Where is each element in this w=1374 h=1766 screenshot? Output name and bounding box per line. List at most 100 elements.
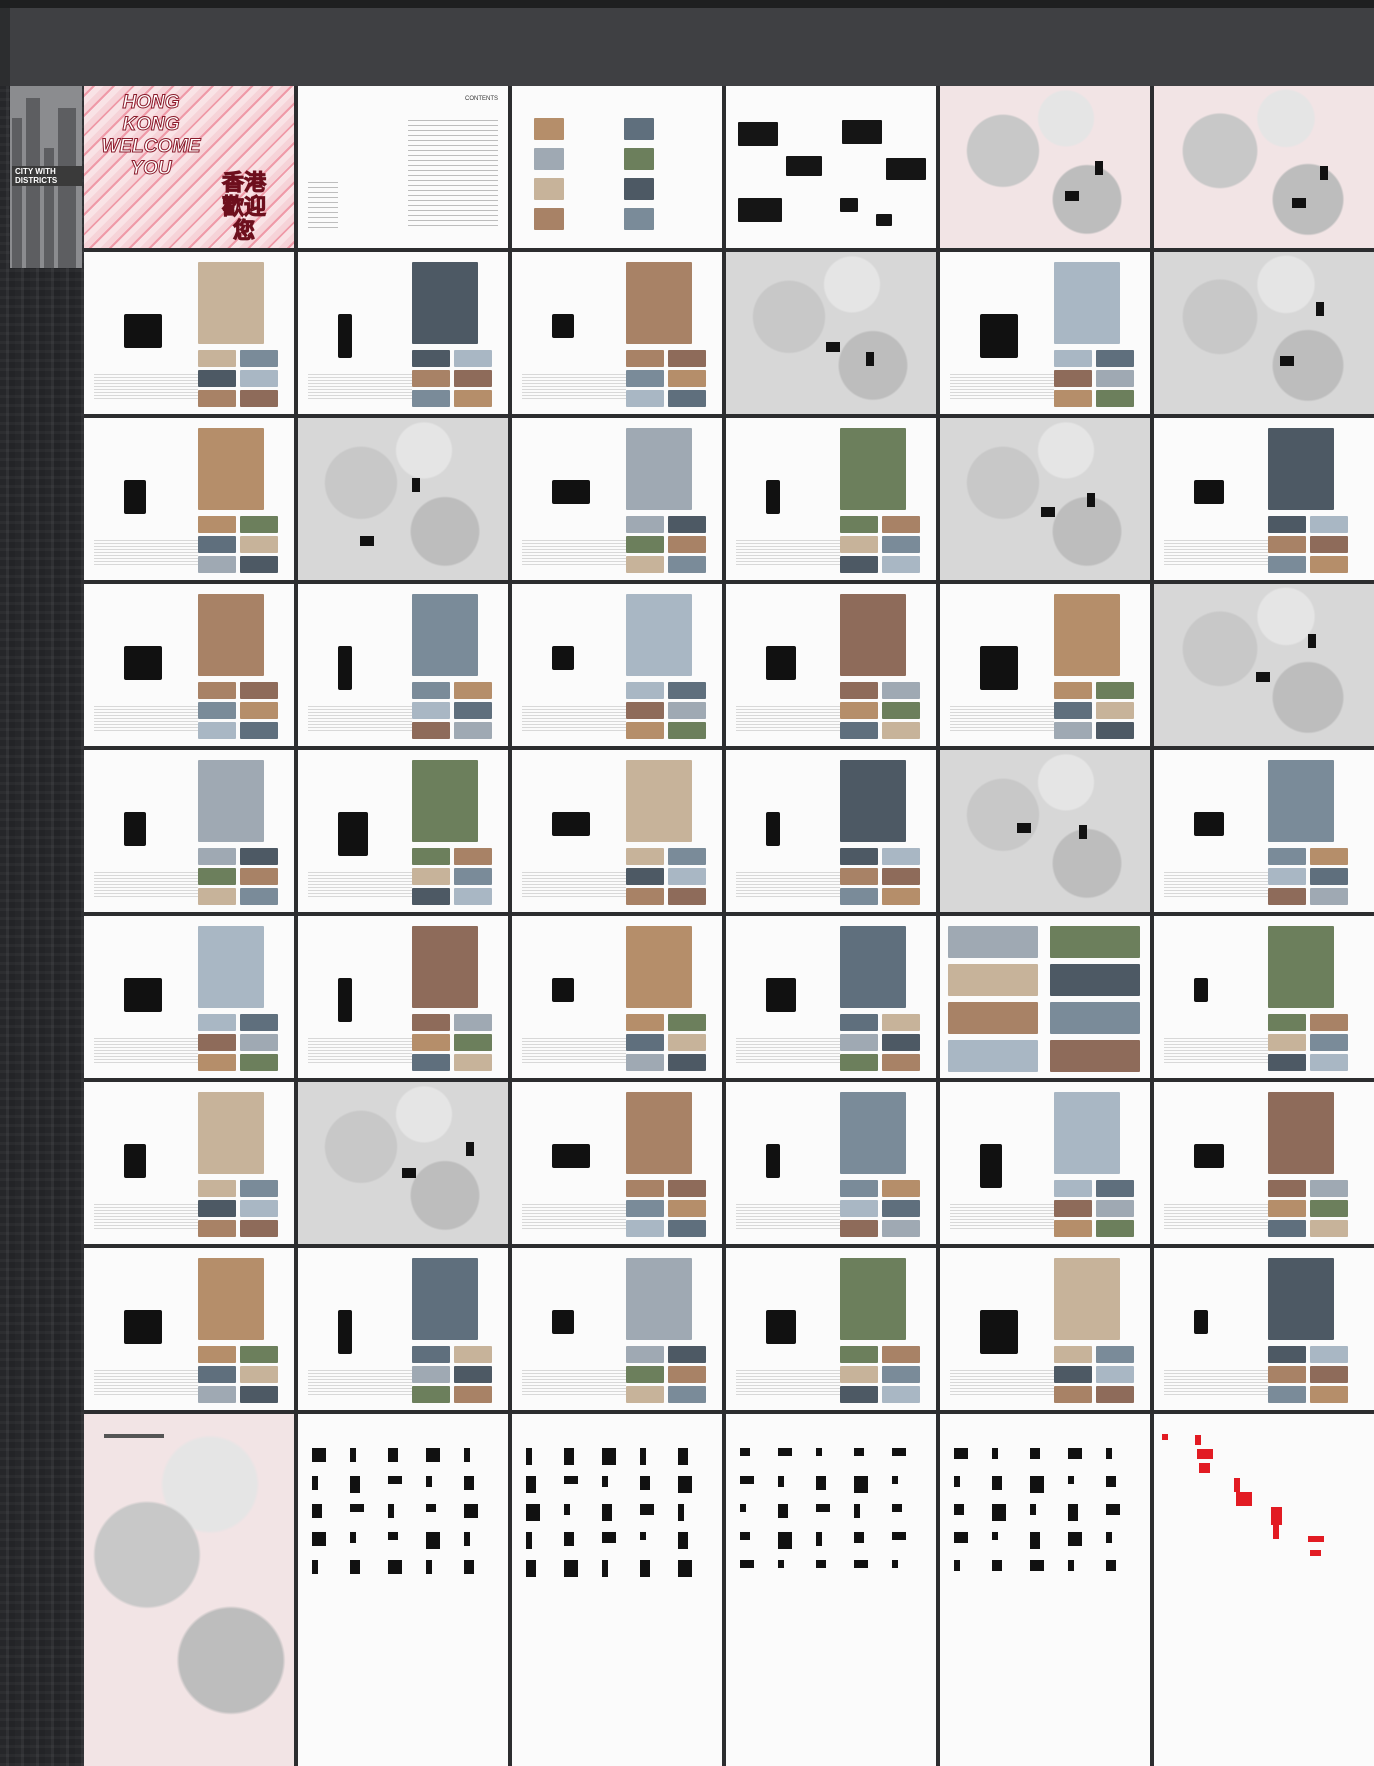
main-photo	[840, 428, 906, 510]
main-photo	[1268, 1092, 1334, 1174]
photo-thumbnail	[668, 1200, 706, 1217]
building-icon	[678, 1560, 692, 1577]
page-thumbnail[interactable]	[84, 1414, 294, 1766]
photo-thumbnail	[882, 1366, 920, 1383]
page-thumbnail[interactable]	[298, 916, 508, 1078]
page-thumbnail[interactable]	[1154, 86, 1374, 248]
top-bar	[0, 0, 1374, 8]
page-thumbnail[interactable]	[940, 584, 1150, 746]
red-building-marker	[1308, 1536, 1324, 1542]
cover-page[interactable]: HONG KONG WELCOME YOU 香港歡迎您	[84, 86, 294, 248]
photo-thumbnail	[240, 370, 278, 387]
page-thumbnail[interactable]	[512, 1414, 722, 1766]
page-thumbnail[interactable]	[726, 750, 936, 912]
page-thumbnail[interactable]	[940, 1248, 1150, 1410]
building-icon	[312, 1476, 318, 1490]
page-thumbnail[interactable]	[726, 1082, 936, 1244]
building-icon	[426, 1476, 432, 1487]
building-icon	[602, 1532, 616, 1543]
page-thumbnail[interactable]	[298, 1248, 508, 1410]
photo-thumbnail	[624, 208, 654, 230]
page-thumbnail[interactable]	[84, 750, 294, 912]
photo-thumbnail	[668, 1034, 706, 1051]
page-thumbnail[interactable]	[298, 1082, 508, 1244]
main-photo	[198, 926, 264, 1008]
page-thumbnail[interactable]	[940, 86, 1150, 248]
page-thumbnail[interactable]	[512, 86, 722, 248]
photo-thumbnail	[1054, 1200, 1092, 1217]
photo-thumbnail	[198, 516, 236, 533]
page-thumbnail[interactable]	[1154, 1248, 1374, 1410]
main-photo	[198, 760, 264, 842]
body-text	[1164, 1204, 1268, 1230]
page-thumbnail[interactable]	[298, 750, 508, 912]
page-thumbnail[interactable]	[298, 1414, 508, 1766]
photo-thumbnail	[1310, 536, 1348, 553]
page-thumbnail[interactable]	[726, 916, 936, 1078]
building-icon	[312, 1532, 326, 1546]
page-thumbnail[interactable]	[84, 1248, 294, 1410]
building-icon	[564, 1560, 578, 1577]
page-thumbnail[interactable]	[940, 916, 1150, 1078]
building-model	[1194, 978, 1208, 1002]
page-thumbnail[interactable]	[298, 418, 508, 580]
photo-thumbnail	[840, 1366, 878, 1383]
page-thumbnail[interactable]	[1154, 252, 1374, 414]
page-thumbnail[interactable]	[726, 86, 936, 248]
photo-thumbnail	[1096, 1220, 1134, 1237]
photo-thumbnail	[1050, 1002, 1140, 1034]
photo-thumbnail	[948, 926, 1038, 958]
photo-thumbnail	[1268, 1200, 1306, 1217]
building-silhouette	[1280, 356, 1294, 366]
page-thumbnail[interactable]	[726, 584, 936, 746]
building-icon	[1068, 1504, 1078, 1521]
photo-thumbnail	[1310, 556, 1348, 573]
page-thumbnail[interactable]	[1154, 584, 1374, 746]
photo-thumbnail	[882, 1180, 920, 1197]
page-thumbnail[interactable]	[1154, 916, 1374, 1078]
building-model	[1194, 480, 1224, 504]
page-thumbnail[interactable]	[726, 252, 936, 414]
building-model	[124, 314, 162, 348]
photo-thumbnail	[412, 848, 450, 865]
page-thumbnail[interactable]	[512, 418, 722, 580]
page-thumbnail[interactable]	[84, 1082, 294, 1244]
photo-thumbnail	[198, 556, 236, 573]
page-thumbnail[interactable]	[726, 1414, 936, 1766]
building-icon	[464, 1448, 470, 1462]
page-thumbnail[interactable]	[1154, 418, 1374, 580]
page-thumbnail[interactable]	[940, 252, 1150, 414]
photo-thumbnail	[1268, 1034, 1306, 1051]
page-thumbnail[interactable]	[84, 252, 294, 414]
page-thumbnail[interactable]	[512, 252, 722, 414]
partial-left-page[interactable]: CITY WITH DISTRICTS	[10, 86, 82, 268]
page-thumbnail[interactable]	[84, 418, 294, 580]
page-thumbnail[interactable]	[940, 750, 1150, 912]
photo-thumbnail	[1268, 1366, 1306, 1383]
page-thumbnail[interactable]	[512, 584, 722, 746]
page-thumbnail[interactable]	[512, 1248, 722, 1410]
photo-thumbnail	[668, 1220, 706, 1237]
page-thumbnail[interactable]	[298, 252, 508, 414]
building-icon	[992, 1448, 998, 1459]
page-thumbnail[interactable]	[1154, 1414, 1374, 1766]
page-thumbnail[interactable]: CONTENTS	[298, 86, 508, 248]
page-thumbnail[interactable]	[512, 916, 722, 1078]
page-thumbnail[interactable]	[512, 750, 722, 912]
building-icon	[778, 1532, 792, 1549]
page-thumbnail[interactable]	[726, 1248, 936, 1410]
page-thumbnail[interactable]	[726, 418, 936, 580]
page-thumbnail[interactable]	[512, 1082, 722, 1244]
photo-thumbnail	[198, 390, 236, 407]
page-thumbnail[interactable]	[940, 418, 1150, 580]
page-thumbnail[interactable]	[1154, 750, 1374, 912]
page-thumbnail[interactable]	[84, 584, 294, 746]
page-thumbnail[interactable]	[940, 1414, 1150, 1766]
page-thumbnail[interactable]	[1154, 1082, 1374, 1244]
page-thumbnail[interactable]	[84, 916, 294, 1078]
page-thumbnail[interactable]	[940, 1082, 1150, 1244]
main-photo	[198, 594, 264, 676]
photo-thumbnail	[454, 868, 492, 885]
page-thumbnail[interactable]	[298, 584, 508, 746]
photo-thumbnail	[626, 1014, 664, 1031]
